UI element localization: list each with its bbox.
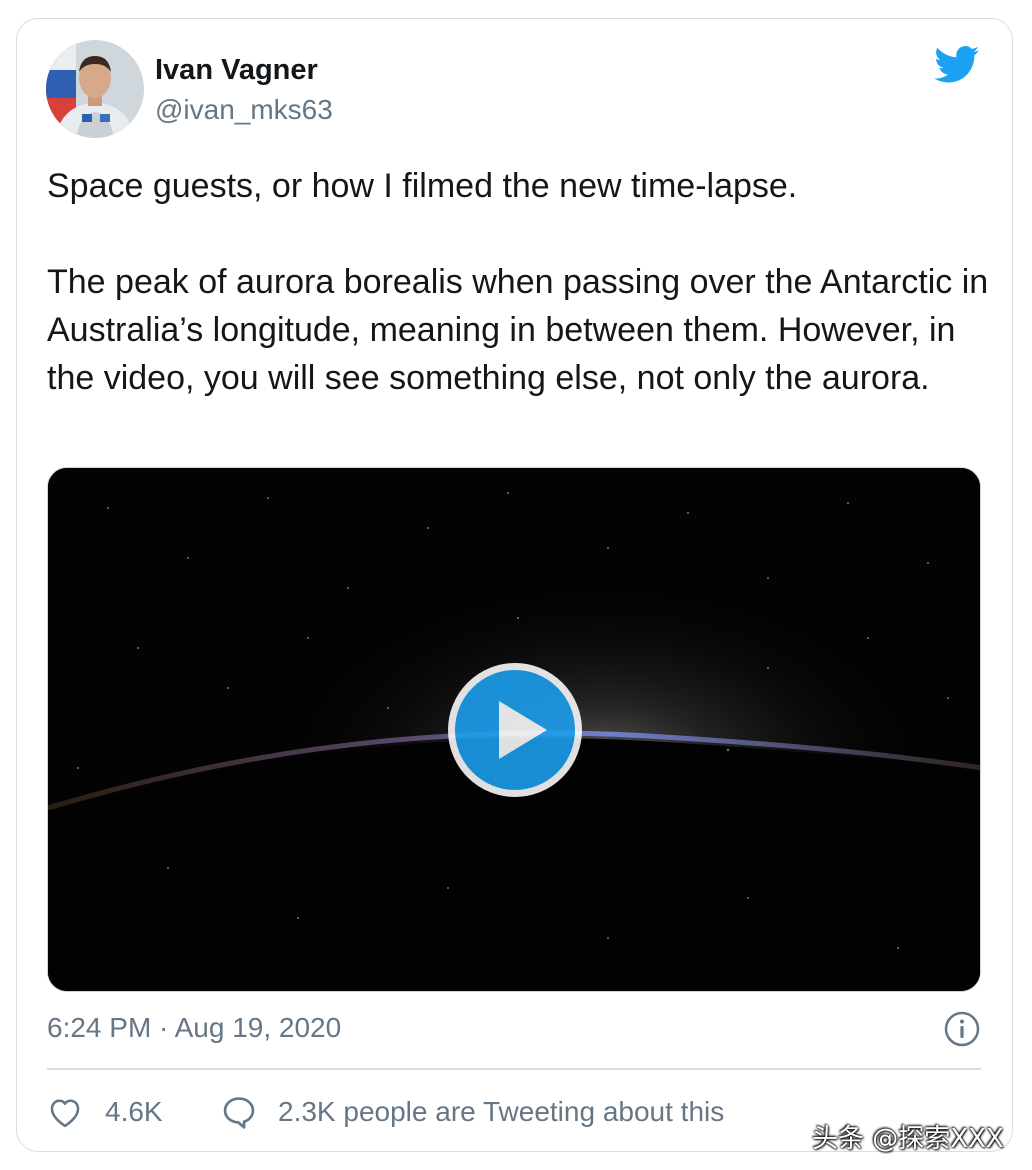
tweeting-about-text: 2.3K people are Tweeting about this [278, 1096, 725, 1127]
avatar[interactable] [46, 40, 144, 138]
like-count: 4.6K [105, 1096, 163, 1127]
watermark: 头条 @探索XXX [812, 1124, 1004, 1154]
like-button[interactable]: 4.6K [47, 1092, 163, 1132]
speech-bubble-icon [223, 1097, 255, 1129]
info-icon[interactable] [944, 1011, 980, 1047]
author-name[interactable]: Ivan Vagner [155, 54, 318, 87]
play-icon [499, 701, 547, 759]
twitter-bird-icon[interactable] [934, 46, 980, 84]
tweeting-about-link[interactable]: 2.3K people are Tweeting about this [220, 1092, 724, 1132]
play-button[interactable] [448, 663, 582, 797]
tweet-text: Space guests, or how I filmed the new ti… [47, 167, 989, 397]
divider [47, 1068, 981, 1070]
author-handle[interactable]: @ivan_mks63 [155, 94, 333, 126]
heart-icon [50, 1099, 80, 1128]
tweet-timestamp[interactable]: 6:24 PM · Aug 19, 2020 [47, 1012, 341, 1044]
